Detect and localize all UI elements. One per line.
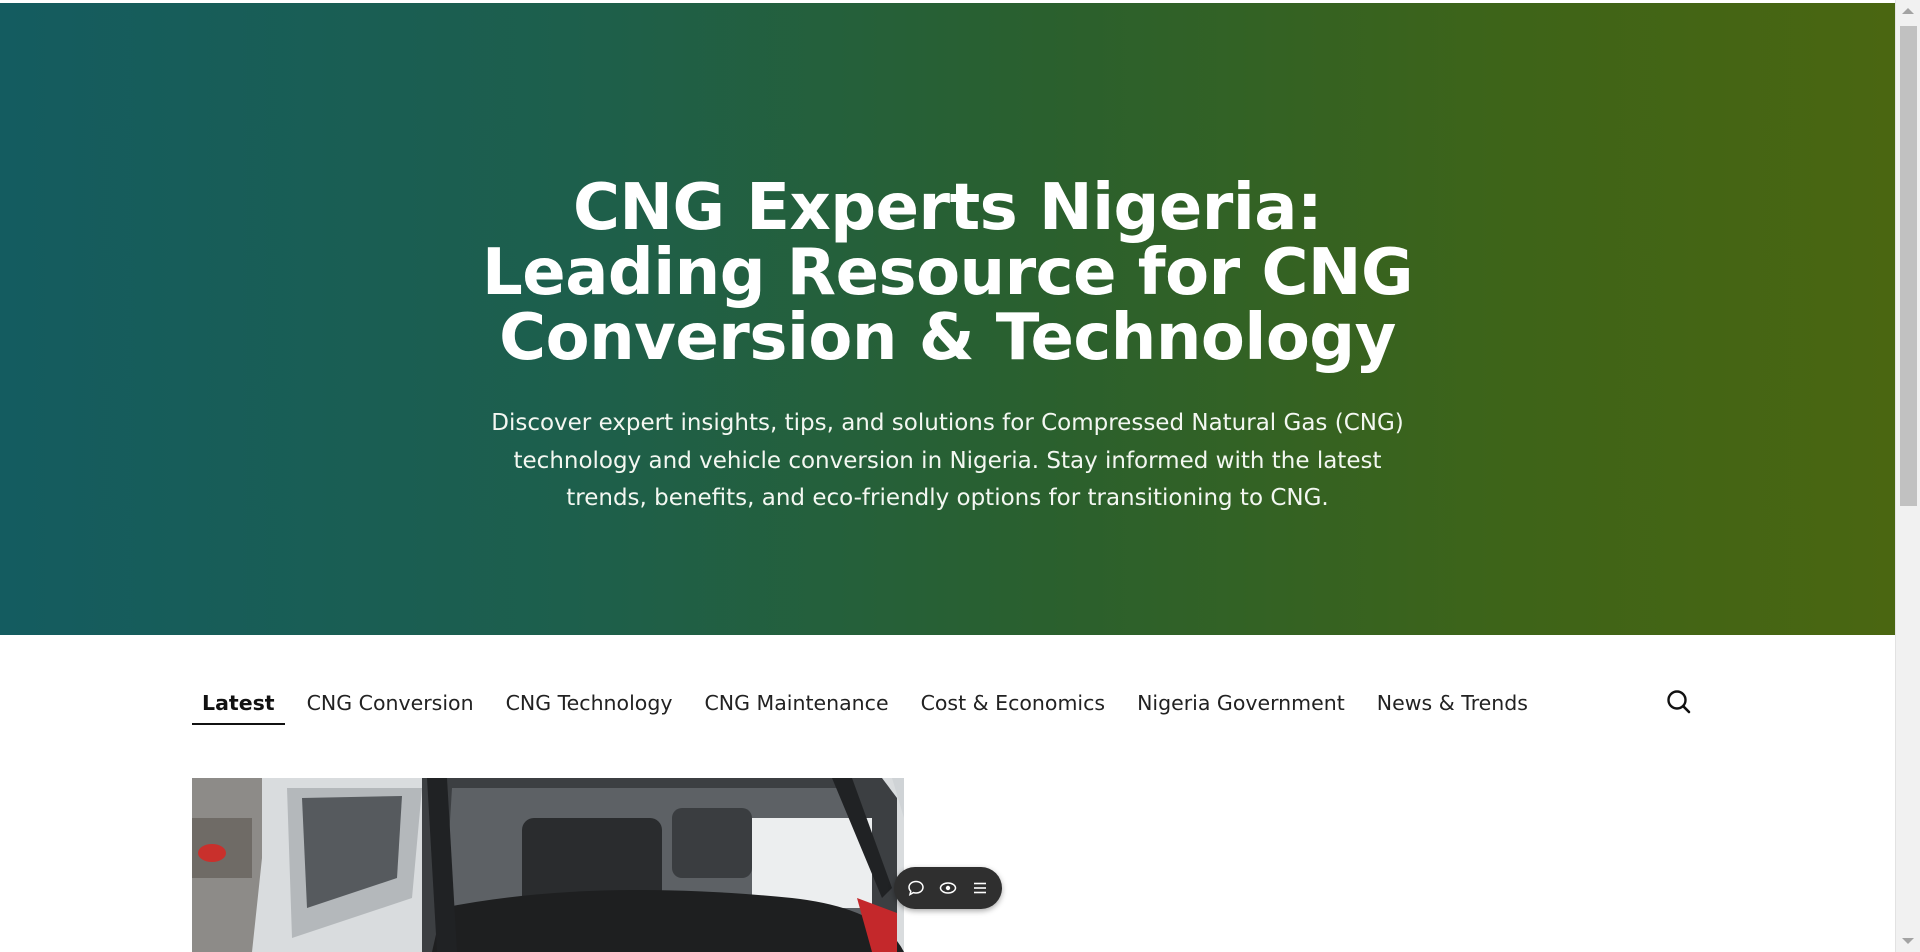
tab-cng-conversion[interactable]: CNG Conversion xyxy=(297,691,484,725)
scrollbar-thumb[interactable] xyxy=(1900,26,1917,506)
tab-latest[interactable]: Latest xyxy=(192,691,285,725)
tab-nigeria-government[interactable]: Nigeria Government xyxy=(1127,691,1355,725)
category-nav: Latest CNG Conversion CNG Technology CNG… xyxy=(0,635,1895,735)
tab-cng-maintenance[interactable]: CNG Maintenance xyxy=(694,691,898,725)
hero-title: CNG Experts Nigeria: Leading Resource fo… xyxy=(0,176,1895,371)
latest-post-image[interactable] xyxy=(192,778,904,952)
page: CNG Experts Nigeria: Leading Resource fo… xyxy=(0,0,1895,952)
hero-title-line-1: CNG Experts Nigeria: xyxy=(572,171,1323,245)
hero-title-line-2: Leading Resource for CNG xyxy=(482,236,1414,310)
scroll-down-arrow-icon[interactable] xyxy=(1902,938,1914,944)
menu-icon xyxy=(974,882,986,894)
category-tabs: Latest CNG Conversion CNG Technology CNG… xyxy=(192,691,1550,725)
hero-description: Discover expert insights, tips, and solu… xyxy=(491,410,1404,511)
eye-icon xyxy=(939,882,957,894)
view-button[interactable] xyxy=(938,878,958,898)
vertical-scrollbar[interactable] xyxy=(1895,0,1920,952)
search-button[interactable] xyxy=(1664,687,1694,717)
scroll-up-arrow-icon[interactable] xyxy=(1902,8,1914,14)
comment-icon xyxy=(908,880,924,897)
tab-cng-technology[interactable]: CNG Technology xyxy=(496,691,683,725)
floating-toolbar xyxy=(894,867,1002,909)
hero-title-line-3: Conversion & Technology xyxy=(499,301,1396,375)
comment-button[interactable] xyxy=(906,878,926,898)
tab-cost-economics[interactable]: Cost & Economics xyxy=(911,691,1116,725)
tab-news-trends[interactable]: News & Trends xyxy=(1367,691,1538,725)
car-trunk-photo xyxy=(192,778,904,952)
hero-banner: CNG Experts Nigeria: Leading Resource fo… xyxy=(0,3,1895,635)
menu-button[interactable] xyxy=(970,878,990,898)
search-icon xyxy=(1667,690,1691,714)
